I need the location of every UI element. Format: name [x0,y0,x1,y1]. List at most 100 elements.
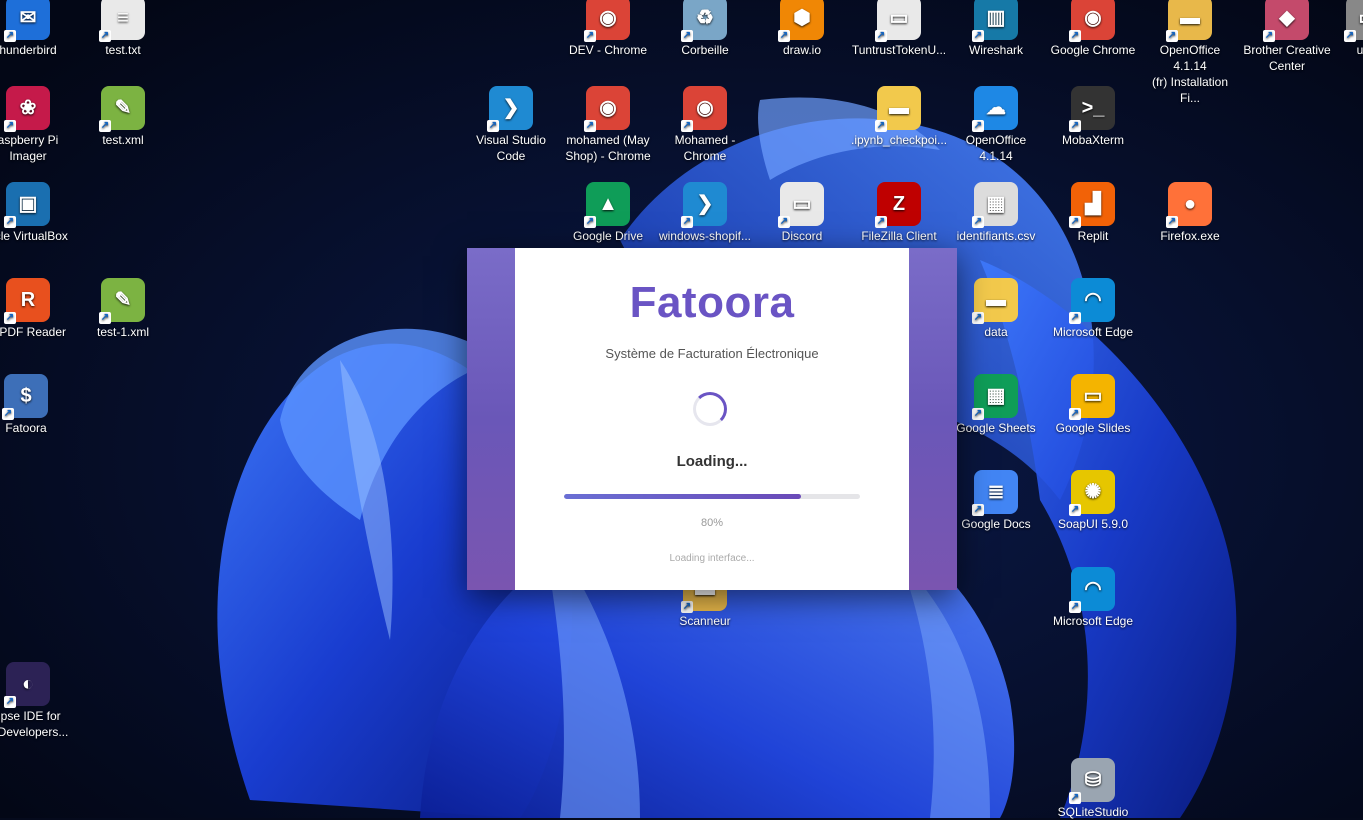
desktop-icon-label: Google Docs [961,517,1031,531]
desktop-icon-label: Firefox.exe [1160,229,1220,243]
desktop-icon-label: DEV - Chrome [568,43,648,57]
desktop-icon-label: Fatoora [5,421,47,435]
shortcut-arrow-icon: ↗ [1344,30,1356,42]
desktop-icon-label: SoapUI 5.9.0 [1057,517,1129,531]
file-icon: ▭↗ [1344,0,1363,42]
desktop-icon-gdocs[interactable]: ≣ ↗ Google Docs [948,470,1044,532]
shortcut-arrow-icon: ↗ [4,216,16,228]
shortcut-arrow-icon: ↗ [972,120,984,132]
desktop-icon-test1-xml[interactable]: ✎ ↗ test-1.xml [75,278,171,340]
chrome-icon: ◉ ↗ [584,86,630,132]
shortcut-arrow-icon: ↗ [1069,792,1081,804]
desktop-icon-vscode[interactable]: ❯ ↗ Visual Studio Code [463,86,559,164]
wireshark-icon: ▥ ↗ [972,0,1018,42]
recycle-bin-icon: ♻ ↗ [681,0,727,42]
desktop-icon-label: MobaXterm [1061,133,1125,147]
desktop-icon-fatoora[interactable]: $ ↗ Fatoora [0,374,74,436]
edge-icon: ◠ ↗ [1069,567,1115,613]
progress-bar-fill [564,494,801,499]
desktop-icon-edge1[interactable]: ◠ ↗ Microsoft Edge [1045,278,1141,340]
folder-icon: ▬↗ [1166,0,1212,42]
shortcut-arrow-icon: ↗ [99,120,111,132]
desktop-icon-unlo[interactable]: ▭↗unlo [1320,0,1363,58]
desktop-icon-label: test-1.xml [96,325,149,339]
desktop-icon-dev-chrome[interactable]: ◉ ↗ DEV - Chrome [560,0,656,58]
eclipse-icon: ◐ ↗ [4,662,50,708]
desktop-icon-test-xml[interactable]: ✎ ↗ test.xml [75,86,171,148]
shortcut-arrow-icon: ↗ [778,216,790,228]
desktop-icon-eclipse[interactable]: ◐↗lipse IDE for a Developers... [0,662,76,740]
invoice-icon: $ ↗ [2,374,48,420]
desktop-icon-openoffice[interactable]: ☁ ↗ OpenOffice 4.1.14 [948,86,1044,164]
desktop-icon-windows-shopify[interactable]: ❯ ↗ windows-shopif... [657,182,753,244]
shortcut-arrow-icon: ↗ [681,216,693,228]
desktop-icon-label: Corbeille [681,43,729,57]
desktop-icon-label: draw.io [782,43,822,57]
desktop-icon-label: it PDF Reader [0,325,67,339]
desktop-icon-label: test.txt [105,43,141,57]
desktop-icon-thunderbird[interactable]: ✉ ↗ hunderbird [0,0,76,58]
desktop-icon-label: Scanneur [679,614,731,628]
splash-card: Fatoora Système de Facturation Électroni… [515,248,909,590]
desktop-icon-soapui[interactable]: ✺ ↗ SoapUI 5.9.0 [1045,470,1141,532]
desktop-icon-mohamed-chrome[interactable]: ◉ ↗ Mohamed - Chrome [657,86,753,164]
loading-spinner-icon [693,392,727,426]
shortcut-arrow-icon: ↗ [99,30,111,42]
desktop-icon-label: windows-shopif... [658,229,752,243]
desktop-icon-virtualbox[interactable]: ▣↗acle VirtualBox [0,182,76,244]
desktop-icon-openoffice-install[interactable]: ▬ ↗ OpenOffice 4.1.14 (fr) Installation Fi… [1142,0,1238,106]
shortcut-arrow-icon: ↗ [584,30,596,42]
desktop-icon-google-chrome[interactable]: ◉ ↗ Google Chrome [1045,0,1141,58]
desktop-icon-test-txt[interactable]: ≡ ↗ test.txt [75,0,171,58]
desktop-icon-tuntrust[interactable]: ▭ ↗ TuntrustTokenU... [851,0,947,58]
shortcut-arrow-icon: ↗ [972,504,984,516]
desktop-icon-wireshark[interactable]: ▥ ↗ Wireshark [948,0,1044,58]
desktop-icon-gslides[interactable]: ▭ ↗ Google Slides [1045,374,1141,436]
text-file-icon: ≡ ↗ [99,0,145,42]
desktop-icon-gsheets[interactable]: ▦ ↗ Google Sheets [948,374,1044,436]
pdf-reader-icon: R ↗ [4,278,50,324]
desktop-icon-gdrive[interactable]: ▲ ↗ Google Drive [560,182,656,244]
desktop-icon-sqlitestudio[interactable]: ⛁ ↗ SQLiteStudio [1045,758,1141,820]
replit-icon: ▟ ↗ [1069,182,1115,228]
desktop-icon-raspberry[interactable]: ❀ ↗ aspberry Pi Imager [0,86,76,164]
shortcut-arrow-icon: ↗ [2,408,14,420]
desktop-icon-discord[interactable]: ▭ ↗ Discord [754,182,850,244]
desktop-icon-data[interactable]: ▬ ↗ data [948,278,1044,340]
file-icon: ▭↗ [778,182,824,228]
desktop-icon-identifiants[interactable]: ▦ ↗ identifiants.csv [948,182,1044,244]
desktop-icon-label: Microsoft Edge [1052,325,1134,339]
app-title: Fatoora [629,278,795,327]
shortcut-arrow-icon: ↗ [584,216,596,228]
desktop-icon-corbeille[interactable]: ♻ ↗ Corbeille [657,0,753,58]
desktop-icon-filezilla[interactable]: Z ↗ FileZilla Client [851,182,947,244]
desktop-icon-mobaxterm[interactable]: >_ ↗ MobaXterm [1045,86,1141,148]
desktop-icon-label: hunderbird [0,43,57,57]
desktop-icon-edge2[interactable]: ◠ ↗ Microsoft Edge [1045,567,1141,629]
shortcut-arrow-icon: ↗ [972,312,984,324]
shortcut-arrow-icon: ↗ [584,120,596,132]
app-subtitle: Système de Facturation Électronique [605,346,819,361]
shortcut-arrow-icon: ↗ [1069,408,1081,420]
desktop-icon-foxit[interactable]: R↗it PDF Reader [0,278,76,340]
desktop-icon-label: Replit [1077,229,1109,243]
desktop-icon-label: Microsoft Edge [1052,614,1134,628]
virtualbox-icon: ▣ ↗ [4,182,50,228]
desktop-icon-drawio[interactable]: ⬢ ↗ draw.io [754,0,850,58]
shortcut-arrow-icon: ↗ [4,120,16,132]
shortcut-arrow-icon: ↗ [1069,30,1081,42]
desktop-icon-mohamed-shop[interactable]: ◉ ↗ mohamed (May Shop) - Chrome [560,86,656,164]
desktop-icon-firefox[interactable]: ● ↗ Firefox.exe [1142,182,1238,244]
firefox-icon: ● ↗ [1166,182,1212,228]
slides-icon: ▭ ↗ [1069,374,1115,420]
desktop-icon-replit[interactable]: ▟ ↗ Replit [1045,182,1141,244]
desktop-icon-label: mohamed (May Shop) - Chrome [565,133,651,163]
desktop-icon-label: test.xml [102,133,144,147]
desktop-icon-ipynb[interactable]: ▬ ↗ .ipynb_checkpoi... [851,86,947,148]
folder-icon: ▬↗ [875,86,921,132]
desktop-icon-label: lipse IDE for a Developers... [0,709,69,739]
openoffice-icon: ☁ ↗ [972,86,1018,132]
vscode-icon: ❯ ↗ [681,182,727,228]
shortcut-arrow-icon: ↗ [972,216,984,228]
xml-file-icon: ✎ ↗ [99,86,145,132]
